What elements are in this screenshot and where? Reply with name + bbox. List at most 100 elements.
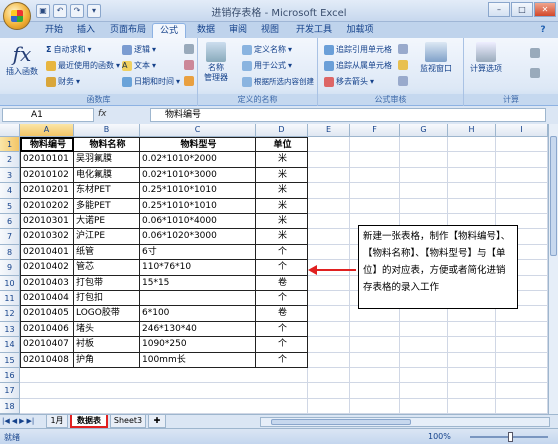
datetime-button[interactable]: 日期和时间 ▾	[122, 76, 180, 87]
row-header[interactable]: 4	[0, 183, 20, 199]
tab-formulas[interactable]: 公式	[152, 23, 186, 38]
table-cell[interactable]: 多能PET	[74, 198, 140, 214]
table-cell[interactable]: 米	[256, 183, 308, 199]
use-in-formula-button[interactable]: 用于公式 ▾	[242, 60, 292, 71]
row-header[interactable]: 1	[0, 137, 20, 153]
row-header[interactable]: 16	[0, 368, 20, 384]
new-sheet-icon[interactable]: ✚	[148, 415, 166, 428]
table-cell[interactable]: 15*15	[140, 275, 256, 291]
table-cell[interactable]: 堵头	[74, 321, 140, 338]
column-header[interactable]: H	[448, 124, 496, 137]
recent-functions-button[interactable]: 最近使用的函数 ▾	[46, 60, 120, 71]
table-cell[interactable]: 衬板	[74, 337, 140, 353]
calc-options-button[interactable]: 计算选项	[470, 42, 502, 74]
table-cell[interactable]: 纸管	[74, 244, 140, 261]
math-button[interactable]	[184, 60, 194, 70]
name-manager-button[interactable]: 名称 管理器	[204, 42, 228, 83]
tab-page-layout[interactable]: 页面布局	[106, 23, 150, 38]
column-header[interactable]: E	[308, 124, 350, 137]
table-cell[interactable]: 0.02*1010*3000	[140, 167, 256, 184]
table-cell[interactable]: 大诺PE	[74, 214, 140, 230]
last-sheet-icon[interactable]: ▶|	[27, 417, 35, 425]
table-header-cell[interactable]: 物料型号	[140, 137, 256, 153]
vertical-scrollbar[interactable]	[548, 124, 558, 414]
table-cell[interactable]: 吴羽氟膜	[74, 152, 140, 168]
maximize-button[interactable]: □	[511, 2, 533, 17]
first-sheet-icon[interactable]: |◀	[2, 417, 10, 425]
tab-addins[interactable]: 加载项	[342, 23, 378, 38]
table-cell[interactable]: 护角	[74, 352, 140, 368]
create-from-selection-button[interactable]: 根据所选内容创建	[242, 76, 314, 87]
column-header[interactable]: D	[256, 124, 308, 137]
tab-data[interactable]: 数据	[192, 23, 220, 38]
office-button[interactable]	[3, 2, 31, 30]
table-cell[interactable]: 02010402	[20, 260, 74, 276]
zoom-knob[interactable]	[508, 432, 513, 442]
table-cell[interactable]: 02010408	[20, 352, 74, 368]
table-cell[interactable]: 02010302	[20, 229, 74, 245]
table-cell[interactable]: 电化氟膜	[74, 167, 140, 184]
formula-bar[interactable]: 物料编号	[150, 108, 546, 122]
horizontal-scrollbar[interactable]	[260, 417, 550, 427]
table-cell[interactable]: 0.06*1020*3000	[140, 229, 256, 245]
table-cell[interactable]: 02010401	[20, 244, 74, 261]
table-cell[interactable]: LOGO胶带	[74, 306, 140, 322]
column-header[interactable]: F	[350, 124, 400, 137]
remove-arrows-button[interactable]: 移去箭头 ▾	[324, 76, 374, 87]
lookup-button[interactable]	[184, 44, 194, 54]
table-cell[interactable]: 02010407	[20, 337, 74, 353]
table-cell[interactable]: 管芯	[74, 260, 140, 276]
select-all-corner[interactable]	[0, 124, 20, 137]
tab-insert[interactable]: 插入	[72, 23, 100, 38]
table-cell[interactable]: 个	[256, 352, 308, 368]
table-cell[interactable]: 打包带	[74, 275, 140, 291]
table-cell[interactable]: 米	[256, 198, 308, 214]
table-cell[interactable]: 个	[256, 337, 308, 353]
table-cell[interactable]: 个	[256, 321, 308, 338]
more-functions-button[interactable]	[184, 76, 194, 86]
table-cell[interactable]	[140, 291, 256, 307]
table-cell[interactable]: 02010301	[20, 214, 74, 230]
name-box[interactable]: A1	[2, 108, 94, 122]
tab-view[interactable]: 视图	[256, 23, 284, 38]
calc-now-button[interactable]	[530, 48, 540, 58]
table-header-cell[interactable]: 物料编号	[20, 137, 74, 153]
trace-dependents-button[interactable]: 追踪从属单元格	[324, 60, 392, 71]
row-header[interactable]: 6	[0, 214, 20, 230]
evaluate-formula-button[interactable]	[398, 76, 408, 86]
tab-home[interactable]: 开始	[40, 23, 68, 38]
table-cell[interactable]: 个	[256, 260, 308, 276]
table-cell[interactable]: 米	[256, 214, 308, 230]
table-cell[interactable]: 02010405	[20, 306, 74, 322]
table-cell[interactable]: 6*100	[140, 306, 256, 322]
table-cell[interactable]: 0.25*1010*1010	[140, 183, 256, 199]
table-cell[interactable]: 02010403	[20, 275, 74, 291]
column-header[interactable]: C	[140, 124, 256, 137]
table-cell[interactable]: 打包扣	[74, 291, 140, 307]
row-header[interactable]: 10	[0, 275, 20, 291]
autosum-button[interactable]: Σ 自动求和 ▾	[46, 44, 91, 55]
row-header[interactable]: 12	[0, 306, 20, 322]
prev-sheet-icon[interactable]: ◀	[12, 417, 17, 425]
row-header[interactable]: 8	[0, 244, 20, 261]
table-cell[interactable]: 02010101	[20, 152, 74, 168]
trace-precedents-button[interactable]: 追踪引用单元格	[324, 44, 392, 55]
calc-sheet-button[interactable]	[530, 68, 540, 78]
table-cell[interactable]: 米	[256, 152, 308, 168]
table-cell[interactable]: 个	[256, 291, 308, 307]
table-header-cell[interactable]: 单位	[256, 137, 308, 153]
error-checking-button[interactable]	[398, 60, 408, 70]
define-name-button[interactable]: 定义名称 ▾	[242, 44, 292, 55]
row-header[interactable]: 15	[0, 352, 20, 368]
table-cell[interactable]: 6寸	[140, 244, 256, 261]
minimize-button[interactable]: –	[488, 2, 510, 17]
table-cell[interactable]: 02010102	[20, 167, 74, 184]
zoom-level[interactable]: 100%	[428, 432, 451, 441]
table-cell[interactable]: 个	[256, 244, 308, 261]
column-header[interactable]: I	[496, 124, 548, 137]
insert-function-button[interactable]: fx 插入函数	[6, 42, 38, 77]
table-cell[interactable]: 02010404	[20, 291, 74, 307]
table-cell[interactable]: 0.02*1010*2000	[140, 152, 256, 168]
row-header[interactable]: 18	[0, 398, 20, 414]
row-header[interactable]: 14	[0, 337, 20, 353]
